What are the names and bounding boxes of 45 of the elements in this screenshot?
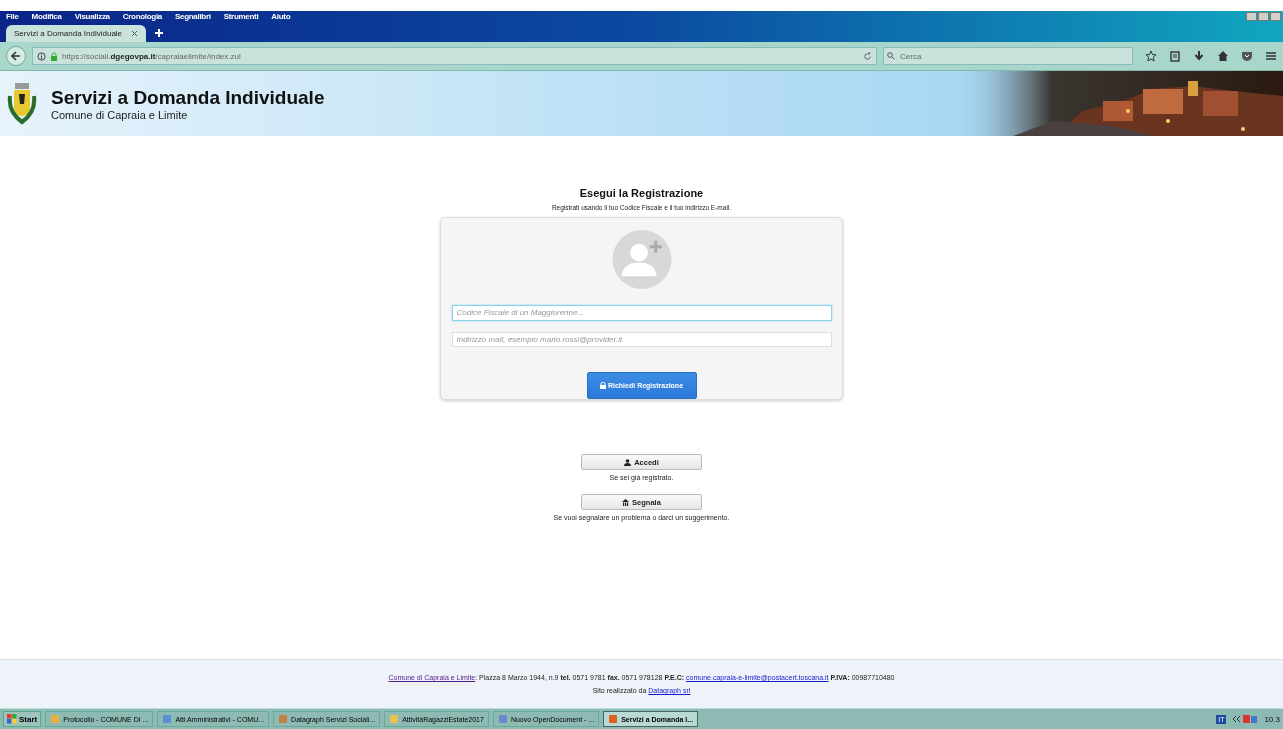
clock: 10.3 [1264, 714, 1280, 724]
window-control[interactable] [1258, 12, 1269, 21]
add-user-icon [610, 229, 673, 290]
menu-item[interactable]: Segnalibri [175, 12, 211, 21]
app-icon [50, 714, 61, 724]
back-arrow-icon [11, 51, 21, 61]
app-icon [608, 714, 619, 724]
address-field[interactable]: https://sociali.dgegovpa.it/capraiaelimite/index.zul [32, 47, 877, 65]
lock-icon [599, 382, 606, 390]
back-button[interactable] [6, 46, 26, 66]
lock-icon [50, 51, 58, 61]
registration-title: Esegui la Registrazione [579, 187, 704, 199]
app-icon [389, 714, 400, 724]
info-icon[interactable] [37, 51, 46, 61]
user-icon [624, 458, 632, 466]
coat-of-arms-icon [7, 81, 37, 126]
site-title: Servizi a Domanda Individuale [51, 86, 325, 109]
download-icon[interactable] [1193, 50, 1205, 62]
menu-item[interactable]: File [6, 12, 19, 21]
site-subtitle: Comune di Capraia e Limite [51, 108, 189, 121]
input-field[interactable]: Indirizzo mail, esempio mario.rossi@provider.it [451, 331, 832, 348]
app-icon [278, 714, 289, 724]
close-icon[interactable] [131, 30, 138, 37]
window-control[interactable] [1246, 12, 1257, 21]
menu-item[interactable]: Cronologia [122, 12, 162, 21]
clipboard-icon[interactable] [1169, 50, 1181, 62]
new-tab-icon[interactable] [154, 28, 164, 38]
menu-item[interactable]: Strumenti [223, 12, 259, 21]
building-icon [622, 498, 630, 506]
browser-tab[interactable]: Servizi a Domanda Individuale [6, 25, 146, 42]
tray-icons[interactable] [1232, 714, 1259, 724]
search-field[interactable]: Cerca [883, 47, 1133, 65]
window-control[interactable] [1270, 12, 1281, 21]
input-field[interactable]: Codice Fiscale di un Maggiorenne... [451, 304, 832, 321]
reload-icon[interactable] [863, 51, 872, 61]
start-button[interactable]: Start [3, 711, 42, 727]
home-icon[interactable] [1217, 50, 1229, 62]
menu-icon[interactable] [1265, 50, 1277, 62]
menu-item[interactable]: Aiuto [271, 12, 291, 21]
menu-item[interactable]: Visualizza [74, 12, 110, 21]
star-icon[interactable] [1145, 50, 1157, 62]
windows-logo-icon [7, 714, 17, 724]
app-icon [497, 714, 508, 724]
menu-item[interactable]: Modifica [31, 12, 62, 21]
app-icon [162, 714, 173, 724]
